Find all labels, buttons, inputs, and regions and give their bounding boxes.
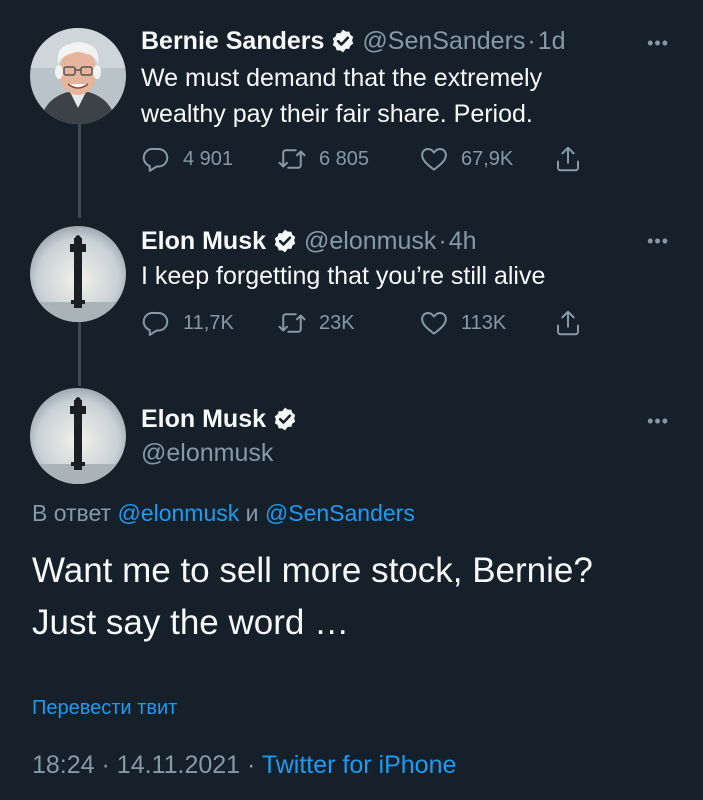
retweet-count: 23K	[319, 311, 355, 334]
tweet-text-line: Just say the word …	[32, 603, 350, 642]
reply-conjunction: и	[245, 500, 259, 526]
reply-icon	[142, 147, 169, 172]
tweet-actions: 11,7K 23K 113K	[141, 308, 601, 340]
avatar[interactable]	[30, 388, 126, 484]
tweet-time[interactable]: 1d	[538, 26, 566, 56]
verified-badge-icon	[333, 29, 354, 53]
tweet-text-line: We must demand that the extremely	[141, 64, 543, 92]
reply-count: 4 901	[183, 147, 234, 170]
separator-dot: ·	[438, 227, 447, 255]
author-handle[interactable]: @elonmusk	[304, 226, 436, 256]
more-icon[interactable]: •••	[647, 232, 669, 250]
tweet-actions: 4 901 6 805 67,9K	[141, 144, 601, 176]
retweet-count: 6 805	[319, 147, 370, 170]
retweet-icon	[278, 149, 306, 169]
tweet-text-line: I keep forgetting that you’re still aliv…	[141, 262, 546, 290]
share-icon	[557, 146, 579, 172]
share-button[interactable]	[553, 144, 583, 174]
thread-line	[78, 322, 81, 386]
tweet-header: Elon Musk @elonmusk · 4h	[141, 226, 477, 256]
thread-line	[78, 122, 81, 218]
tweet-text: We must demand that the extremely wealth…	[141, 60, 661, 132]
like-icon	[421, 312, 447, 335]
reply-button[interactable]: 4 901	[141, 144, 233, 174]
avatar[interactable]	[30, 226, 126, 322]
author-name[interactable]: Elon Musk	[141, 226, 266, 256]
share-button[interactable]	[553, 308, 583, 338]
author-name[interactable]: Bernie Sanders	[141, 26, 324, 56]
avatar[interactable]	[30, 28, 126, 124]
separator-dot: ·	[527, 27, 536, 55]
verified-badge-icon	[274, 229, 296, 253]
more-icon[interactable]: •••	[647, 34, 669, 52]
author-name[interactable]: Elon Musk	[141, 404, 266, 434]
reply-icon	[142, 311, 169, 336]
verified-badge-icon	[274, 407, 296, 431]
tweet-text: I keep forgetting that you’re still aliv…	[141, 258, 661, 294]
author-handle[interactable]: @elonmusk	[141, 438, 273, 468]
tweet-timestamp-date[interactable]: 14.11.2021	[117, 751, 240, 779]
like-count: 67,9K	[461, 147, 514, 170]
mention-link[interactable]: @elonmusk	[117, 500, 239, 526]
tweet-timestamp-time[interactable]: 18:24	[32, 751, 95, 779]
reply-count: 11,7K	[183, 311, 234, 334]
retweet-button[interactable]: 23K	[277, 308, 355, 338]
tweet-time[interactable]: 4h	[449, 226, 477, 256]
tweet-source-link[interactable]: Twitter for iPhone	[262, 751, 457, 779]
main-tweet-text: Want me to sell more stock, Bernie? Just…	[32, 545, 682, 649]
tweet-header: Elon Musk	[141, 404, 304, 434]
separator-dot: ·	[101, 751, 110, 779]
like-icon	[421, 148, 447, 171]
reply-context: В ответ @elonmusk и @SenSanders	[32, 500, 415, 527]
more-icon[interactable]: •••	[647, 412, 669, 430]
reply-button[interactable]: 11,7K	[141, 308, 234, 338]
retweet-icon	[278, 313, 306, 333]
share-icon	[557, 310, 579, 336]
author-handle[interactable]: @SenSanders	[362, 26, 525, 56]
like-button[interactable]: 67,9K	[419, 144, 513, 174]
tweet-header-handle: @elonmusk	[141, 438, 273, 468]
tweet-meta: 18:24 · 14.11.2021 · Twitter for iPhone	[32, 751, 456, 780]
translate-tweet-link[interactable]: Перевести твит	[32, 697, 177, 720]
reply-prefix: В ответ	[32, 500, 112, 526]
separator-dot: ·	[247, 751, 256, 779]
mention-link[interactable]: @SenSanders	[265, 500, 415, 526]
tweet-text-line: wealthy pay their fair share. Period.	[141, 100, 533, 128]
retweet-button[interactable]: 6 805	[277, 144, 369, 174]
tweet-header: Bernie Sanders @SenSanders · 1d	[141, 26, 566, 56]
like-count: 113K	[461, 311, 507, 334]
tweet-text-line: Want me to sell more stock, Bernie?	[32, 551, 593, 590]
like-button[interactable]: 113K	[419, 308, 506, 338]
